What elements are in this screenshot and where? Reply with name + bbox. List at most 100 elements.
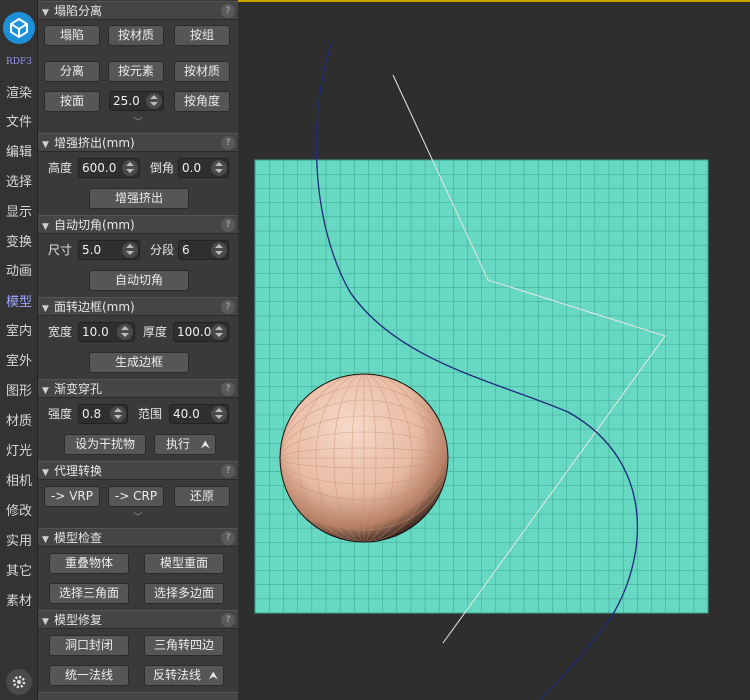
nav-item-5[interactable]: 变换 [0, 232, 38, 254]
height-value: 600.0 [82, 161, 117, 175]
nav-item-15[interactable]: 实用 [0, 531, 38, 553]
strength-spinner[interactable]: 0.8 [78, 404, 128, 424]
segments-value: 6 [182, 243, 190, 257]
spinner-arrows-icon[interactable] [122, 160, 138, 176]
nav-item-4[interactable]: 显示 [0, 202, 38, 224]
help-icon[interactable]: ? [221, 464, 235, 478]
section-header-check[interactable]: ▼ 模型检查 ? [38, 528, 238, 547]
nav-item-7[interactable]: 模型 [0, 292, 38, 314]
arrow-up-icon[interactable]: ⮝ [209, 666, 218, 685]
nav-item-11[interactable]: 材质 [0, 411, 38, 433]
help-icon[interactable]: ? [221, 382, 235, 396]
section-header-autochamfer[interactable]: ▼ 自动切角(mm) ? [38, 215, 238, 234]
set-disturber-button[interactable]: 设为干扰物 [64, 434, 146, 455]
restore-button[interactable]: 还原 [174, 486, 230, 507]
spinner-arrows-icon[interactable] [211, 324, 227, 340]
execute-button[interactable]: 执行 ⮝ [154, 434, 216, 455]
nav-item-8[interactable]: 室内 [0, 321, 38, 343]
spinner-arrows-icon[interactable] [211, 406, 227, 422]
height-spinner[interactable]: 600.0 [78, 158, 140, 178]
collapse-by-group-button[interactable]: 按组 [174, 25, 230, 46]
thickness-spinner[interactable]: 100.0 [173, 322, 229, 342]
nav-item-12[interactable]: 灯光 [0, 441, 38, 463]
size-spinner[interactable]: 5.0 [78, 240, 140, 260]
nav-item-3[interactable]: 选择 [0, 172, 38, 194]
expand-chevron-icon[interactable]: ﹀ [131, 119, 145, 128]
convert-crp-button[interactable]: -> CRP [108, 486, 164, 507]
detach-by-angle-button[interactable]: 按角度 [174, 91, 230, 112]
help-icon[interactable]: ? [221, 300, 235, 314]
logo-icon[interactable] [3, 12, 35, 44]
enhanced-extrude-button[interactable]: 增强挤出 [89, 188, 189, 209]
nav-item-10[interactable]: 图形 [0, 381, 38, 403]
nav-item-14[interactable]: 修改 [0, 501, 38, 523]
section-header-faceborder[interactable]: ▼ 面转边框(mm) ? [38, 297, 238, 316]
sphere-object[interactable] [279, 373, 449, 543]
arrow-up-icon[interactable]: ⮝ [201, 435, 210, 454]
spinner-arrows-icon[interactable] [211, 242, 227, 258]
nav-item-16[interactable]: 其它 [0, 561, 38, 583]
section-header-extrude[interactable]: ▼ 增强挤出(mm) ? [38, 133, 238, 152]
overlap-objects-button[interactable]: 重叠物体 [49, 553, 129, 574]
angle-spinner[interactable]: 25.0 [109, 91, 164, 111]
segments-spinner[interactable]: 6 [178, 240, 229, 260]
section-title: 塌陷分离 [54, 4, 103, 18]
duplicate-faces-button[interactable]: 模型重面 [144, 553, 224, 574]
unify-normals-button[interactable]: 统一法线 [49, 665, 129, 686]
section-header-collapse[interactable]: ▼ 塌陷分离 ? [38, 1, 238, 20]
select-polygons-button[interactable]: 选择多边面 [144, 583, 224, 604]
tri-to-quad-button[interactable]: 三角转四边 [144, 635, 224, 656]
flip-normals-button[interactable]: 反转法线 ⮝ [144, 665, 224, 686]
detach-by-face-button[interactable]: 按面 [44, 91, 100, 112]
settings-gear-icon[interactable] [6, 669, 32, 695]
spinner-arrows-icon[interactable] [110, 406, 126, 422]
nav-item-2[interactable]: 编辑 [0, 142, 38, 164]
help-icon[interactable]: ? [221, 4, 235, 18]
brand-label: RDF3 [6, 57, 32, 67]
flip-normals-label: 反转法线 [152, 668, 201, 682]
thickness-value: 100.0 [177, 325, 212, 339]
select-triangles-button[interactable]: 选择三角面 [49, 583, 129, 604]
viewport[interactable] [238, 0, 750, 700]
auto-chamfer-button[interactable]: 自动切角 [89, 270, 189, 291]
section-header-gradient-hole[interactable]: ▼ 渐变穿孔 ? [38, 379, 238, 398]
collapse-arrow-icon: ▼ [42, 617, 49, 627]
section-header-next[interactable] [38, 692, 238, 700]
spinner-arrows-icon[interactable] [146, 93, 162, 109]
nav-item-13[interactable]: 相机 [0, 471, 38, 493]
width-value: 10.0 [82, 325, 109, 339]
nav-item-6[interactable]: 动画 [0, 261, 38, 283]
range-value: 40.0 [173, 407, 200, 421]
expand-chevron-icon[interactable]: ﹀ [131, 514, 145, 523]
help-icon[interactable]: ? [221, 136, 235, 150]
chamfer-spinner[interactable]: 0.0 [178, 158, 229, 178]
help-icon[interactable]: ? [221, 531, 235, 545]
nav-item-0[interactable]: 渲染 [0, 83, 38, 105]
section-header-repair[interactable]: ▼ 模型修复 ? [38, 610, 238, 629]
nav-item-9[interactable]: 室外 [0, 351, 38, 373]
convert-vrp-button[interactable]: -> VRP [44, 486, 100, 507]
nav-item-1[interactable]: 文件 [0, 112, 38, 134]
collapse-by-material-button[interactable]: 按材质 [108, 25, 164, 46]
detach-by-material-button[interactable]: 按材质 [174, 61, 230, 82]
help-icon[interactable]: ? [221, 613, 235, 627]
width-spinner[interactable]: 10.0 [78, 322, 135, 342]
generate-border-button[interactable]: 生成边框 [89, 352, 189, 373]
detach-button[interactable]: 分离 [44, 61, 100, 82]
detach-by-element-button[interactable]: 按元素 [108, 61, 164, 82]
chamfer-value: 0.0 [182, 161, 202, 175]
nav-item-17[interactable]: 素材 [0, 591, 38, 613]
cap-holes-button[interactable]: 洞口封闭 [49, 635, 129, 656]
spinner-arrows-icon[interactable] [117, 324, 133, 340]
help-icon[interactable]: ? [221, 218, 235, 232]
collapse-button[interactable]: 塌陷 [44, 25, 100, 46]
range-spinner[interactable]: 40.0 [169, 404, 229, 424]
chamfer-label: 倒角 [150, 161, 175, 175]
section-title: 增强挤出(mm) [54, 136, 135, 150]
strength-label: 强度 [48, 407, 73, 421]
scene-canvas[interactable] [238, 2, 750, 700]
section-header-proxy[interactable]: ▼ 代理转换 ? [38, 461, 238, 480]
section-title: 模型检查 [54, 531, 103, 545]
spinner-arrows-icon[interactable] [122, 242, 138, 258]
spinner-arrows-icon[interactable] [211, 160, 227, 176]
